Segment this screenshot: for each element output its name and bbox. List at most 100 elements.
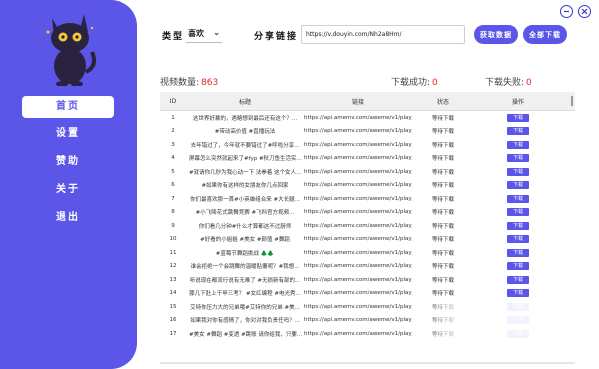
cell-title: 谁会拒绝一个会跳舞的温暖贴覆呢？#我想...: [190, 264, 300, 271]
horizontal-scrollbar[interactable]: [160, 362, 575, 364]
minimize-icon: [564, 10, 569, 13]
cell-operation: 下载: [474, 154, 562, 163]
cell-status: 等待下载: [431, 237, 454, 244]
cell-id: 16: [169, 317, 177, 324]
header-operation: 操作: [511, 98, 524, 106]
download-button[interactable]: 下载: [507, 167, 529, 176]
table-row: 7 你们最喜欢那一首#小英雄组合来 #大长腿... https://api.amem…: [160, 192, 575, 206]
cell-id: 7: [171, 195, 175, 202]
cell-link: https://api.amemv.com/aweme/v1/play/...: [304, 182, 412, 189]
table-row: 10 #好看的小姐姐 #美女 #颜值 #舞蹈 https://api.amemv.c…: [160, 233, 575, 247]
cell-id: 17: [169, 330, 177, 337]
header-link: 链接: [351, 98, 364, 106]
cell-id: 10: [169, 236, 177, 243]
download-button[interactable]: 下载: [507, 248, 529, 257]
table-row: 12 谁会拒绝一个会跳舞的温暖贴覆呢？#我想... https://api.amem…: [160, 260, 575, 274]
cell-link: https://api.amemv.com/aweme/v1/play/...: [304, 330, 412, 337]
type-select[interactable]: 喜欢 ⌄: [186, 25, 222, 43]
cell-operation: 下载: [474, 140, 562, 149]
sidebar-item-exit[interactable]: 退出: [22, 207, 114, 229]
cell-link: https://api.amemv.com/aweme/v1/play/...: [304, 249, 412, 256]
table-row: 1 这世界好暴的，遇略想到最后还有这个？... https://api.amemv.…: [160, 111, 575, 125]
cell-title: #小飞降花式跳舞竞赛 #飞科官方视频...: [195, 210, 295, 217]
sidebar-item-settings[interactable]: 设置: [22, 123, 114, 145]
cell-operation: 下载: [474, 127, 562, 136]
share-link-label: 分享链接: [254, 32, 299, 42]
download-button[interactable]: 下载: [507, 262, 529, 271]
cell-operation: 下载: [474, 248, 562, 257]
download-button[interactable]: 下载: [507, 140, 529, 149]
download-button[interactable]: 下载: [507, 221, 529, 230]
cell-title: 艾特你压力大的兄弟哦#艾特你的兄弟 #美...: [190, 304, 300, 311]
video-count-label: 视频数量:: [160, 78, 200, 88]
download-button[interactable]: 下载: [507, 154, 529, 163]
cell-status: 等待下载: [431, 115, 454, 122]
table-row: 3 去年错过了，今年就不要错过了#呼啦分享... https://api.amemv…: [160, 138, 575, 152]
download-button[interactable]: 下载: [507, 194, 529, 203]
download-button[interactable]: 下载: [507, 289, 529, 298]
download-button[interactable]: 下载: [507, 127, 529, 136]
cell-title: 你们最喜欢那一首#小英雄组合来 #大长腿...: [190, 196, 300, 203]
cell-status: 等待下载: [431, 210, 454, 217]
cell-operation: 下载: [474, 235, 562, 244]
cell-operation: 下载: [474, 289, 562, 298]
download-button[interactable]: 下载: [507, 275, 529, 284]
download-fail-label: 下载失败:: [485, 78, 525, 88]
cell-title: #如果你有这样的女朋友你几点回家: [201, 183, 289, 190]
table-row: 4 屏幕怎么突然就起来了#fyp #秋刀鱼生活实... https://api.am…: [160, 152, 575, 166]
header-title: 标题: [238, 98, 251, 106]
cell-link: https://api.amemv.com/aweme/v1/play/...: [304, 290, 412, 297]
cell-link: https://api.amemv.com/aweme/v1/play/...: [304, 114, 412, 121]
cell-operation: 下载: [474, 113, 562, 122]
sidebar-item-home[interactable]: 首页: [22, 96, 114, 118]
cell-link: https://api.amemv.com/aweme/v1/play/...: [304, 209, 412, 216]
cell-title: #带动高价值 #直播玩法: [214, 129, 276, 136]
cell-title: 膝几下肚上干甲三考？ #女红编程 #电光秀...: [189, 291, 301, 298]
cell-link: https://api.amemv.com/aweme/v1/play/...: [304, 222, 412, 229]
table-row: 13 听说现在都流行说有无难了 #无损新有部的... https://api.ame…: [160, 273, 575, 287]
download-fail-stat: 下载失败: 0: [485, 75, 532, 88]
download-success-value: 0: [432, 78, 438, 88]
sidebar: 首页 设置 赞助 关于 退出: [0, 0, 137, 369]
cell-id: 3: [171, 141, 175, 148]
vertical-scrollbar[interactable]: [571, 96, 573, 106]
chevron-down-icon: ⌄: [213, 27, 220, 37]
share-link-input[interactable]: https://v.douyin.com/Nh2a8Hm/: [301, 25, 465, 44]
header-id: ID: [169, 97, 177, 105]
fetch-data-button[interactable]: 获取数据: [474, 25, 518, 44]
minimize-button[interactable]: [560, 5, 573, 18]
cell-status: 等待下载: [431, 183, 454, 190]
cell-id: 13: [169, 276, 177, 283]
cell-title: 去年错过了，今年就不要错过了#呼啦分享...: [190, 142, 300, 149]
cell-link: https://api.amemv.com/aweme/v1/play/...: [304, 128, 412, 135]
table-row: 2 #带动高价值 #直播玩法 https://api.amemv.com/aweme…: [160, 125, 575, 139]
table-row: 9 你们看几分钟#什么才算都这不过厨师 https://api.amemv.com/…: [160, 219, 575, 233]
cell-id: 11: [169, 249, 177, 256]
cell-operation: 下载: [474, 262, 562, 271]
cell-title: 如果我对你有感情了，你对对我负责任吗？...: [190, 318, 300, 325]
download-button[interactable]: 下载: [507, 235, 529, 244]
table-row: 6 #如果你有这样的女朋友你几点回家 https://api.amemv.com/a…: [160, 179, 575, 193]
cell-id: 15: [169, 303, 177, 310]
sidebar-item-about[interactable]: 关于: [22, 179, 114, 201]
cell-operation: 下载: [474, 167, 562, 176]
cell-id: 6: [171, 182, 175, 189]
cell-title: 屏幕怎么突然就起来了#fyp #秋刀鱼生活实...: [189, 156, 302, 163]
download-all-button[interactable]: 全部下载: [523, 25, 567, 44]
close-button[interactable]: [578, 5, 591, 18]
sidebar-item-sponsor[interactable]: 赞助: [22, 151, 114, 173]
video-count-value: 863: [201, 78, 219, 88]
cell-status: 等待下载: [431, 129, 454, 136]
cell-title: 你们看几分钟#什么才算都这不过厨师: [198, 223, 292, 230]
cell-title: 这世界好暴的，遇略想到最后还有这个？...: [192, 115, 298, 122]
download-button[interactable]: 下载: [507, 113, 529, 122]
table-row: 14 膝几下肚上干甲三考？ #女红编程 #电光秀... https://api.am…: [160, 287, 575, 301]
download-button[interactable]: 下载: [507, 208, 529, 217]
cell-status: 等待下载: [431, 264, 454, 271]
download-button[interactable]: 下载: [507, 181, 529, 190]
cell-link: https://api.amemv.com/aweme/v1/play/...: [304, 155, 412, 162]
cell-id: 14: [169, 290, 177, 297]
cell-title: #好看的小姐姐 #美女 #颜值 #舞蹈: [200, 237, 290, 244]
cell-status: 等待下载: [431, 250, 454, 257]
cell-status: 等待下载: [431, 156, 454, 163]
